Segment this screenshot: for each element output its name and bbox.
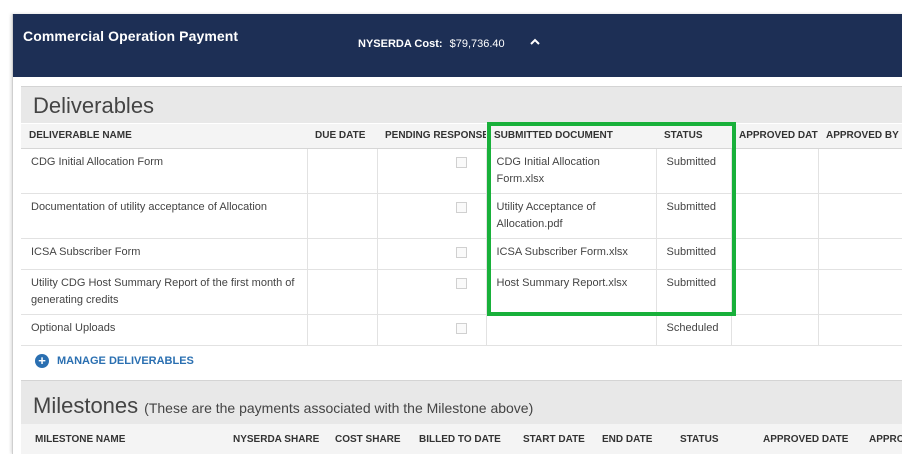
col-approved-by[interactable]: APPROVED BY: [818, 124, 902, 149]
milestones-section-bar: Milestones (These are the payments associ…: [21, 380, 902, 424]
due-date: [306, 148, 377, 194]
plus-circle-icon: +: [35, 354, 49, 368]
col-status[interactable]: STATUS: [656, 124, 731, 149]
col-milestone-name[interactable]: MILESTONE NAME: [35, 434, 125, 445]
pending-response-checkbox[interactable]: [455, 201, 467, 213]
table-row: Optional Uploads Scheduled: [21, 314, 902, 346]
status: Submitted: [655, 193, 731, 239]
table-row: CDG Initial Allocation Form CDG Initial …: [21, 148, 902, 194]
submitted-document-link[interactable]: [485, 314, 656, 346]
deliverable-name: Documentation of utility acceptance of A…: [21, 193, 307, 239]
due-date: [306, 314, 377, 346]
chevron-up-icon[interactable]: [527, 34, 543, 50]
pending-response-cell: [376, 148, 486, 194]
table-row: Documentation of utility acceptance of A…: [21, 193, 902, 239]
payment-title: Commercial Operation Payment: [23, 28, 239, 44]
nyserda-cost-label: NYSERDA Cost:: [358, 38, 443, 50]
approved-date: [730, 148, 818, 194]
pending-response-cell: [376, 314, 486, 346]
col-start-date[interactable]: START DATE: [523, 434, 585, 445]
table-row: Utility CDG Host Summary Report of the f…: [21, 269, 902, 315]
approved-date: [730, 269, 818, 315]
milestones-title: Milestones: [33, 393, 139, 418]
due-date: [306, 193, 377, 239]
deliverable-name: ICSA Subscriber Form: [21, 238, 307, 270]
col-end-date[interactable]: END DATE: [602, 434, 652, 445]
col-milestone-approved-date[interactable]: APPROVED DATE: [763, 434, 848, 445]
milestones-heading: Milestones (These are the payments associ…: [33, 393, 533, 419]
submitted-document-link[interactable]: Utility Acceptance of Allocation.pdf: [485, 193, 656, 239]
col-milestone-approved-by[interactable]: APPROVED BY: [869, 434, 902, 445]
submitted-document-link[interactable]: Host Summary Report.xlsx: [485, 269, 656, 315]
status: Submitted: [655, 269, 731, 315]
col-cost-share[interactable]: COST SHARE: [335, 434, 401, 445]
approved-by: [817, 193, 902, 239]
status: Submitted: [655, 148, 731, 194]
approved-by: [817, 314, 902, 346]
col-nyserda-share[interactable]: NYSERDA SHARE: [233, 434, 319, 445]
pending-response-checkbox[interactable]: [455, 322, 467, 334]
approved-by: [817, 269, 902, 315]
col-due-date[interactable]: DUE DATE: [307, 124, 377, 149]
col-billed-to-date[interactable]: BILLED TO DATE: [419, 434, 501, 445]
milestones-subheading: (These are the payments associated with …: [144, 400, 534, 416]
deliverables-heading: Deliverables: [33, 93, 155, 118]
deliverable-name: CDG Initial Allocation Form: [21, 148, 307, 194]
col-deliverable-name[interactable]: DELIVERABLE NAME: [21, 124, 307, 149]
col-milestone-status[interactable]: STATUS: [680, 434, 719, 445]
milestones-header-row: MILESTONE NAME NYSERDA SHARE COST SHARE …: [21, 424, 902, 454]
approved-date: [730, 314, 818, 346]
nyserda-cost-value: $79,736.40: [449, 38, 505, 50]
deliverables-table: DELIVERABLE NAME DUE DATE PENDING RESPON…: [21, 124, 902, 346]
deliverables-section-bar: Deliverables: [21, 86, 902, 123]
approved-date: [730, 193, 818, 239]
approved-by: [817, 238, 902, 270]
deliverables-header-row: DELIVERABLE NAME DUE DATE PENDING RESPON…: [21, 124, 902, 149]
approved-by: [817, 148, 902, 194]
approved-date: [730, 238, 818, 270]
payment-header: Commercial Operation Payment NYSERDA Cos…: [13, 14, 902, 77]
col-submitted-document[interactable]: SUBMITTED DOCUMENT: [486, 124, 656, 149]
pending-response-cell: [376, 269, 486, 315]
status: Scheduled: [655, 314, 731, 346]
due-date: [306, 269, 377, 315]
pending-response-cell: [376, 193, 486, 239]
table-row: ICSA Subscriber Form ICSA Subscriber For…: [21, 238, 902, 270]
pending-response-checkbox[interactable]: [455, 156, 467, 168]
due-date: [306, 238, 377, 270]
status: Submitted: [655, 238, 731, 270]
manage-deliverables-button[interactable]: + MANAGE DELIVERABLES: [35, 352, 194, 370]
submitted-document-link[interactable]: ICSA Subscriber Form.xlsx: [485, 238, 656, 270]
pending-response-checkbox[interactable]: [455, 246, 467, 258]
nyserda-cost: NYSERDA Cost: $79,736.40: [358, 38, 505, 50]
pending-response-cell: [376, 238, 486, 270]
col-pending-response[interactable]: PENDING RESPONSE: [377, 124, 486, 149]
col-approved-date[interactable]: APPROVED DATE: [731, 124, 818, 149]
project-panel: Commercial Operation Payment NYSERDA Cos…: [12, 14, 902, 454]
deliverable-name: Optional Uploads: [21, 314, 307, 346]
manage-deliverables-label: MANAGE DELIVERABLES: [57, 355, 194, 367]
pending-response-checkbox[interactable]: [455, 277, 467, 289]
submitted-document-link[interactable]: CDG Initial Allocation Form.xlsx: [485, 148, 656, 194]
deliverable-name: Utility CDG Host Summary Report of the f…: [21, 269, 307, 315]
